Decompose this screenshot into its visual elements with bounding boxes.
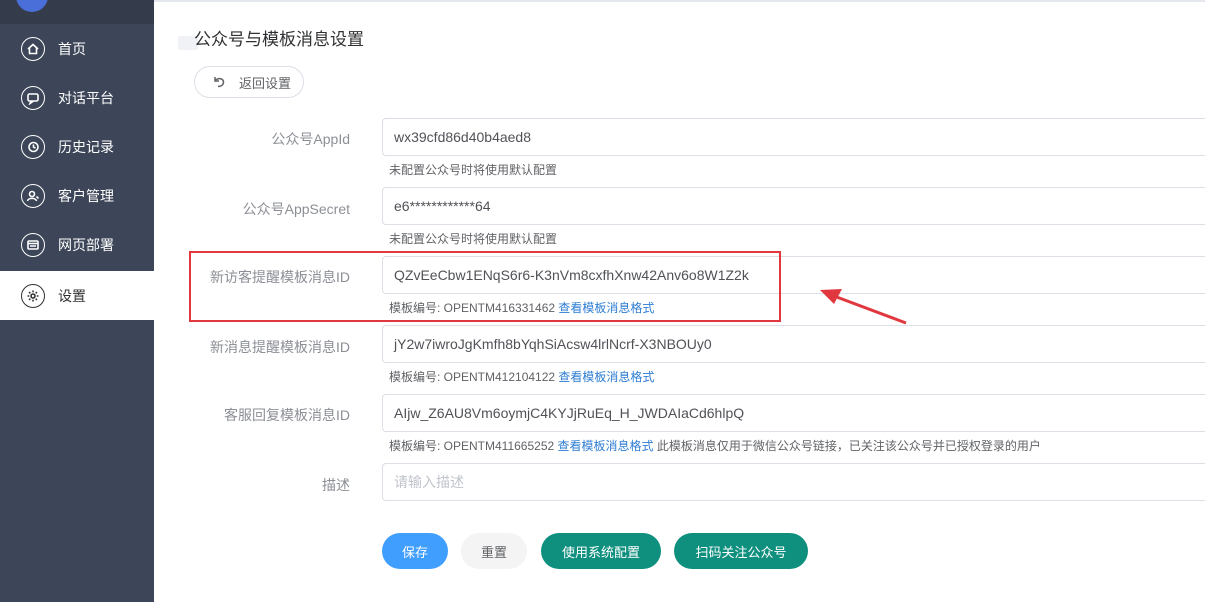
- appid-field[interactable]: wx39cfd86d40b4aed8: [382, 118, 1205, 156]
- appid-hint: 未配置公众号时将使用默认配置: [389, 163, 558, 177]
- template-number: 模板编号: OPENTM411665252: [389, 439, 555, 453]
- template-note: 此模板消息仅用于微信公众号链接，已关注该公众号并已授权登录的用户: [656, 439, 1041, 453]
- appid-label: 公众号AppId: [271, 131, 350, 147]
- sidebar: 首页 对话平台 历史记录 客户管理 网页部署 设置: [0, 0, 154, 602]
- sidebar-item-label: 对话平台: [58, 89, 114, 106]
- sidebar-item-label: 历史记录: [58, 138, 114, 155]
- new-message-template-hint: 模板编号: OPENTM412104122 查看模板消息格式: [389, 368, 654, 385]
- sidebar-item-label: 首页: [58, 40, 86, 57]
- service-reply-template-label: 客服回复模板消息ID: [224, 407, 350, 423]
- sidebar-item-history[interactable]: 历史记录: [0, 122, 154, 171]
- sidebar-item-settings[interactable]: 设置: [0, 271, 154, 320]
- back-button[interactable]: 返回设置: [194, 66, 304, 98]
- view-template-format-link[interactable]: 查看模板消息格式: [558, 370, 654, 384]
- sidebar-item-label: 客户管理: [58, 187, 114, 204]
- sidebar-item-label: 设置: [58, 287, 86, 304]
- service-reply-template-field[interactable]: AIjw_Z6AU8Vm6oymjC4KYJjRuEq_H_JWDAIaCd6h…: [382, 394, 1205, 432]
- sidebar-item-web-deploy[interactable]: 网页部署: [0, 220, 154, 269]
- reset-button[interactable]: 重置: [461, 533, 527, 569]
- new-message-template-field[interactable]: jY2w7iwroJgKmfh8bYqhSiAcsw4lrlNcrf-X3NBO…: [382, 325, 1205, 363]
- description-field[interactable]: 请输入描述: [382, 463, 1205, 501]
- web-deploy-icon: [21, 232, 45, 257]
- sidebar-item-home[interactable]: 首页: [0, 24, 154, 73]
- main-content: 公众号与模板消息设置 返回设置 公众号AppId wx39cfd86d40b4a…: [154, 0, 1205, 602]
- view-template-format-link[interactable]: 查看模板消息格式: [558, 439, 654, 453]
- highlight-box: [189, 251, 781, 322]
- appsecret-hint: 未配置公众号时将使用默认配置: [389, 232, 558, 246]
- appsecret-label: 公众号AppSecret: [242, 201, 350, 217]
- sidebar-header: [0, 0, 154, 24]
- red-arrow-icon: [820, 289, 907, 325]
- settings-icon: [21, 283, 45, 308]
- template-number: 模板编号: OPENTM412104122: [389, 370, 556, 384]
- undo-icon: [211, 74, 227, 90]
- logo: [16, 0, 48, 12]
- page-title: 公众号与模板消息设置: [194, 30, 364, 49]
- use-system-config-button[interactable]: 使用系统配置: [541, 533, 661, 569]
- scan-follow-button[interactable]: 扫码关注公众号: [674, 533, 808, 569]
- chat-icon: [21, 85, 45, 110]
- save-button[interactable]: 保存: [382, 533, 448, 569]
- description-label: 描述: [322, 477, 350, 493]
- new-message-template-label: 新消息提醒模板消息ID: [210, 339, 350, 355]
- back-button-label: 返回设置: [239, 75, 292, 91]
- top-divider: [154, 0, 1205, 2]
- home-icon: [21, 36, 45, 61]
- sidebar-item-chat[interactable]: 对话平台: [0, 73, 154, 122]
- appsecret-field[interactable]: e6************64: [382, 187, 1205, 225]
- sidebar-item-label: 网页部署: [58, 236, 114, 253]
- history-icon: [21, 134, 45, 159]
- service-reply-template-hint: 模板编号: OPENTM411665252 查看模板消息格式 此模板消息仅用于微…: [389, 437, 1041, 454]
- customer-icon: [21, 183, 45, 208]
- sidebar-item-customers[interactable]: 客户管理: [0, 171, 154, 220]
